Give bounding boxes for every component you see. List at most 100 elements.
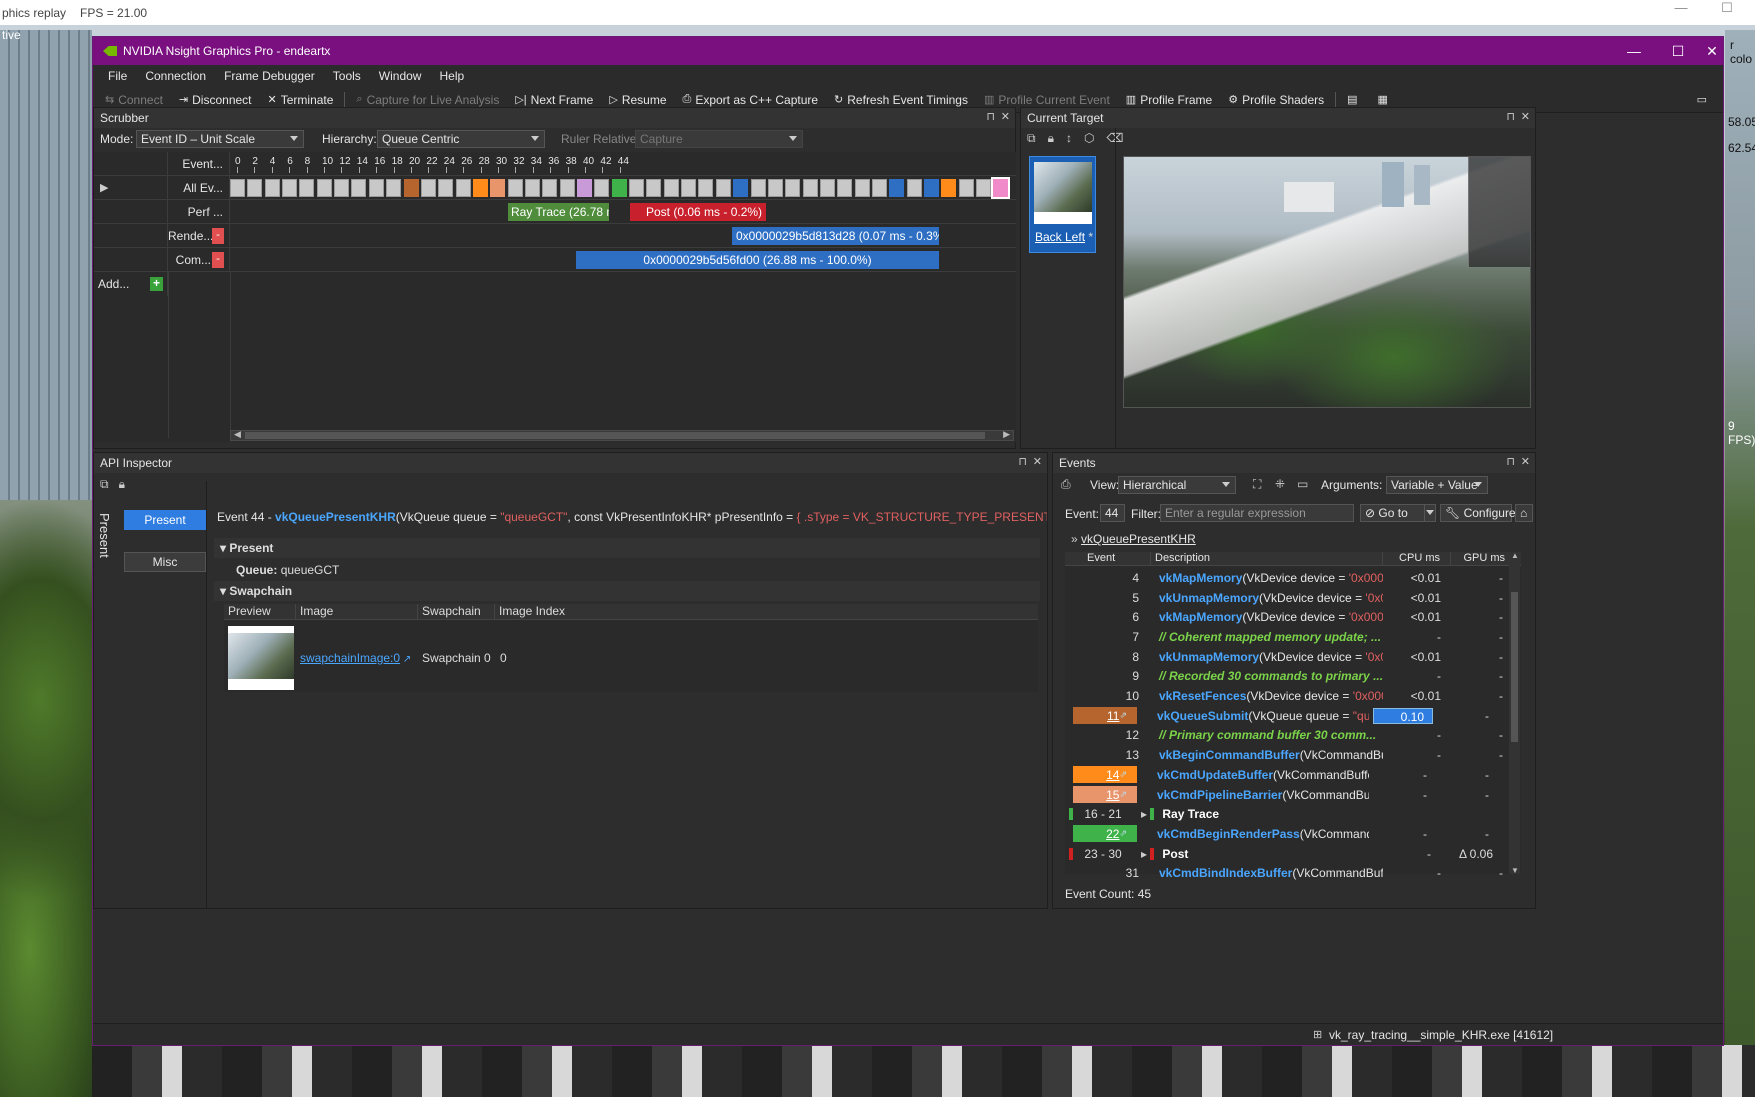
jump-icon[interactable]: ⇗ <box>1119 769 1127 780</box>
scroll-up-icon[interactable]: ▲ <box>1511 551 1519 560</box>
close-panel-icon[interactable]: ✕ <box>1521 110 1530 123</box>
event-cell[interactable] <box>802 179 818 197</box>
export-icon[interactable]: ⎙ <box>1061 477 1071 492</box>
remove-row-button[interactable]: - <box>212 228 224 244</box>
scrollbar-thumb[interactable] <box>245 432 985 439</box>
event-cell[interactable] <box>941 179 957 197</box>
event-cell[interactable] <box>282 179 298 197</box>
connect-button[interactable]: ⇆ Connect <box>97 93 171 107</box>
event-cell[interactable] <box>906 179 922 197</box>
render-target-viewport[interactable] <box>1123 156 1531 408</box>
col-image[interactable]: Image <box>296 604 418 619</box>
expand-arrow-icon[interactable]: ▶ <box>100 181 108 194</box>
goto-button[interactable]: ⊘ Go to <box>1360 504 1426 522</box>
add-row-button[interactable]: + <box>150 277 163 291</box>
event-cell[interactable] <box>733 179 749 197</box>
row-expander-cell[interactable]: ▶ <box>94 176 168 199</box>
event-row[interactable]: 16 - 21 ▸ Ray Trace <box>1065 804 1521 824</box>
columns-icon[interactable]: ▭ <box>1297 477 1308 491</box>
capture-live-button[interactable]: ⌕ Capture for Live Analysis <box>348 93 507 107</box>
misc-button[interactable]: Misc <box>124 552 206 572</box>
col-gpu-ms[interactable]: GPU ms <box>1451 552 1513 565</box>
menu-frame-debugger[interactable]: Frame Debugger <box>215 69 324 83</box>
menu-file[interactable]: File <box>99 69 136 83</box>
col-preview[interactable]: Preview <box>224 604 296 619</box>
event-row[interactable]: 7 // Coherent mapped memory update; ... - - <box>1065 627 1521 647</box>
jump-icon[interactable]: ⇗ <box>1119 828 1127 839</box>
next-frame-button[interactable]: ▷| Next Frame <box>507 93 601 107</box>
swapchain-image-link[interactable]: swapchainImage:0 ↗ <box>300 651 411 665</box>
col-event[interactable]: Event <box>1065 552 1151 565</box>
event-cell[interactable] <box>368 179 384 197</box>
pin-icon[interactable]: ⊓ <box>1506 110 1515 123</box>
expand-arrow-icon[interactable]: ▸ <box>1141 847 1150 861</box>
event-cell[interactable] <box>924 179 939 197</box>
event-cell[interactable] <box>230 179 245 197</box>
event-cell[interactable] <box>976 179 992 197</box>
event-cell[interactable] <box>715 179 731 197</box>
present-button[interactable]: Present <box>124 510 206 530</box>
event-cell[interactable] <box>438 179 454 197</box>
event-row[interactable]: 10 vkResetFences(VkDevice device = '0x000… <box>1065 686 1521 706</box>
event-breadcrumb[interactable]: » vkQueuePresentKHR <box>1071 532 1196 546</box>
event-cell[interactable] <box>351 179 367 197</box>
copy-icon[interactable]: ⧉ <box>1027 131 1036 146</box>
copy-icon[interactable]: ⧉ <box>100 477 109 492</box>
minimize-button[interactable]: — <box>1611 37 1657 65</box>
event-row[interactable]: 9 // Recorded 30 commands to primary ... -… <box>1065 667 1521 687</box>
mode-dropdown[interactable]: Event ID – Unit Scale <box>136 130 304 148</box>
render-pass-bar[interactable]: 0x0000029b5d813d28 (0.07 ms - 0.3%) <box>732 227 939 245</box>
swapchain-section-header[interactable]: ▾ Swapchain <box>214 581 1040 601</box>
ruler-relative-dropdown[interactable]: Capture <box>635 130 803 148</box>
goto-dropdown[interactable] <box>1424 504 1436 522</box>
jump-icon[interactable]: ⇗ <box>1119 710 1127 721</box>
event-cell[interactable] <box>403 179 419 197</box>
scrollbar-thumb[interactable] <box>1511 592 1518 742</box>
event-cell[interactable] <box>247 179 263 197</box>
event-cell[interactable] <box>958 179 974 197</box>
event-cell[interactable] <box>577 179 592 197</box>
event-row[interactable]: 8 vkUnmapMemory(VkDevice device = '0x00..… <box>1065 647 1521 667</box>
event-cell[interactable] <box>991 177 1011 199</box>
resume-button[interactable]: ▷ Resume <box>601 93 674 107</box>
event-cell[interactable] <box>646 179 662 197</box>
cube-icon[interactable]: ⬡ <box>1084 131 1094 146</box>
event-row[interactable]: 15 ⇗vkCmdPipelineBarrier(VkCommandBuffe.… <box>1065 785 1521 805</box>
event-cell[interactable] <box>334 179 350 197</box>
menu-tools[interactable]: Tools <box>324 69 370 83</box>
event-cell[interactable] <box>524 179 540 197</box>
scroll-down-icon[interactable]: ▼ <box>1511 866 1519 875</box>
event-cell[interactable] <box>594 179 610 197</box>
event-row[interactable]: 13 vkBeginCommandBuffer(VkCommandBu... - - <box>1065 745 1521 765</box>
event-cell[interactable] <box>750 179 766 197</box>
event-cell[interactable] <box>559 179 575 197</box>
event-cell[interactable] <box>472 179 488 197</box>
jump-icon[interactable]: ⇗ <box>1119 789 1127 800</box>
scrubber-timeline[interactable]: Event... 0 2 4 6 8 10 12 14 16 18 20 22 24 26 28 30 32 34… <box>94 152 1016 442</box>
event-row[interactable]: 14 ⇗vkCmdUpdateBuffer(VkCommandBuffer c.… <box>1065 765 1521 785</box>
col-image-index[interactable]: Image Index <box>495 604 595 619</box>
command-buffer-bar[interactable]: 0x0000029b5d56fd00 (26.88 ms - 100.0%) <box>576 251 939 269</box>
disconnect-button[interactable]: ⇥ Disconnect <box>171 93 260 107</box>
save-report-button[interactable]: ▤ <box>1339 93 1369 106</box>
render-target-thumbnail[interactable]: Back Left * <box>1029 156 1096 253</box>
flip-vertical-icon[interactable]: ↕ <box>1066 131 1072 146</box>
event-cell[interactable] <box>819 179 835 197</box>
profile-current-event-button[interactable]: ▥ Profile Current Event <box>976 93 1118 107</box>
event-row[interactable]: 11 ⇗vkQueueSubmit(VkQueue queue = "queue… <box>1065 706 1521 726</box>
col-description[interactable]: Description <box>1151 552 1383 565</box>
expand-arrow-icon[interactable]: ▸ <box>1141 807 1150 821</box>
close-button[interactable]: ✕ <box>1699 37 1725 65</box>
event-cell[interactable] <box>785 179 801 197</box>
back-left-link[interactable]: Back Left * <box>1035 230 1093 244</box>
event-row[interactable]: 4 vkMapMemory(VkDevice device = '0x0000..… <box>1065 568 1521 588</box>
event-row[interactable]: 6 vkMapMemory(VkDevice device = '0x0000..… <box>1065 607 1521 627</box>
event-cell[interactable] <box>681 179 697 197</box>
event-cell[interactable] <box>420 179 436 197</box>
event-row[interactable]: 12 // Primary command buffer 30 comm... - - <box>1065 726 1521 746</box>
event-cell[interactable] <box>629 179 645 197</box>
view-dropdown[interactable]: Hierarchical <box>1118 476 1236 494</box>
hierarchy-dropdown[interactable]: Queue Centric <box>377 130 545 148</box>
collapse-arrow-icon[interactable]: ▾ <box>220 584 226 598</box>
arguments-dropdown[interactable]: Variable + Value <box>1386 476 1488 494</box>
